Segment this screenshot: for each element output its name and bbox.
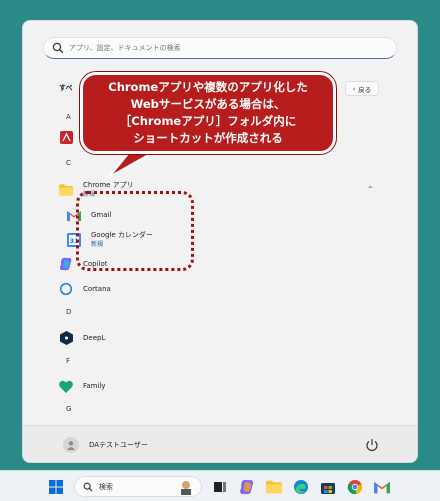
callout-line-2: Webサービスがある場合は、 xyxy=(130,97,286,111)
search-input[interactable] xyxy=(69,44,369,52)
start-icon[interactable] xyxy=(48,479,64,495)
task-view-icon[interactable] xyxy=(212,479,228,495)
user-name: DAテストユーザー xyxy=(89,441,148,449)
search-highlight-icon xyxy=(181,480,191,495)
search-icon xyxy=(83,482,93,491)
app-family[interactable]: Family xyxy=(59,379,106,393)
power-icon[interactable] xyxy=(365,438,379,452)
chevron-up-icon[interactable]: ⌃ xyxy=(367,185,374,194)
callout-line-1: Chromeアプリや複数のアプリ化した xyxy=(108,80,308,94)
cortana-label: Cortana xyxy=(83,285,111,293)
app-copilot[interactable]: Copilot xyxy=(59,257,108,271)
letter-header-a[interactable]: A xyxy=(66,113,71,121)
app-cortana[interactable]: Cortana xyxy=(59,282,111,296)
search-box[interactable] xyxy=(43,37,397,59)
app-acrobat[interactable] xyxy=(59,130,73,144)
file-explorer-icon[interactable] xyxy=(266,479,282,495)
taskbar: 検索 xyxy=(0,470,440,501)
store-icon[interactable] xyxy=(320,479,336,495)
user-account-button[interactable]: DAテストユーザー xyxy=(63,437,148,453)
edge-icon[interactable] xyxy=(293,479,309,495)
folder-icon xyxy=(59,183,73,197)
chrome-icon[interactable] xyxy=(347,479,363,495)
letter-header-g[interactable]: G xyxy=(66,405,71,413)
letter-header-d[interactable]: D xyxy=(66,308,71,316)
taskbar-search-label: 検索 xyxy=(99,482,113,491)
taskbar-search[interactable]: 検索 xyxy=(74,476,202,497)
chrome-folder-name: Chrome アプリ xyxy=(83,181,134,189)
deepl-icon xyxy=(59,331,73,345)
back-label: 戻る xyxy=(358,85,372,94)
avatar-icon xyxy=(63,437,79,453)
chevron-left-icon: ‹ xyxy=(352,84,356,93)
copilot-icon xyxy=(59,257,73,271)
all-apps-heading: すべ xyxy=(59,84,73,92)
user-bar: DAテストユーザー xyxy=(23,425,417,462)
copilot-icon[interactable] xyxy=(239,479,255,495)
cortana-icon xyxy=(59,282,73,296)
callout-line-3: ［Chromeアプリ］フォルダ内に xyxy=(119,114,297,128)
callout-line-4: ショートカットが作成される xyxy=(133,131,283,145)
back-button[interactable]: ‹ 戻る xyxy=(345,81,379,96)
search-icon xyxy=(52,42,64,54)
acrobat-icon xyxy=(59,130,73,144)
app-deepl[interactable]: DeepL xyxy=(59,331,105,345)
family-icon xyxy=(59,379,73,393)
letter-header-f[interactable]: F xyxy=(66,357,70,365)
annotation-callout: Chromeアプリや複数のアプリ化した Webサービスがある場合は、 ［Chro… xyxy=(80,72,336,154)
copilot-label: Copilot xyxy=(83,260,108,268)
gmail-icon[interactable] xyxy=(374,479,390,495)
family-label: Family xyxy=(83,382,106,390)
deepl-label: DeepL xyxy=(83,334,106,342)
letter-header-c[interactable]: C xyxy=(66,159,71,167)
